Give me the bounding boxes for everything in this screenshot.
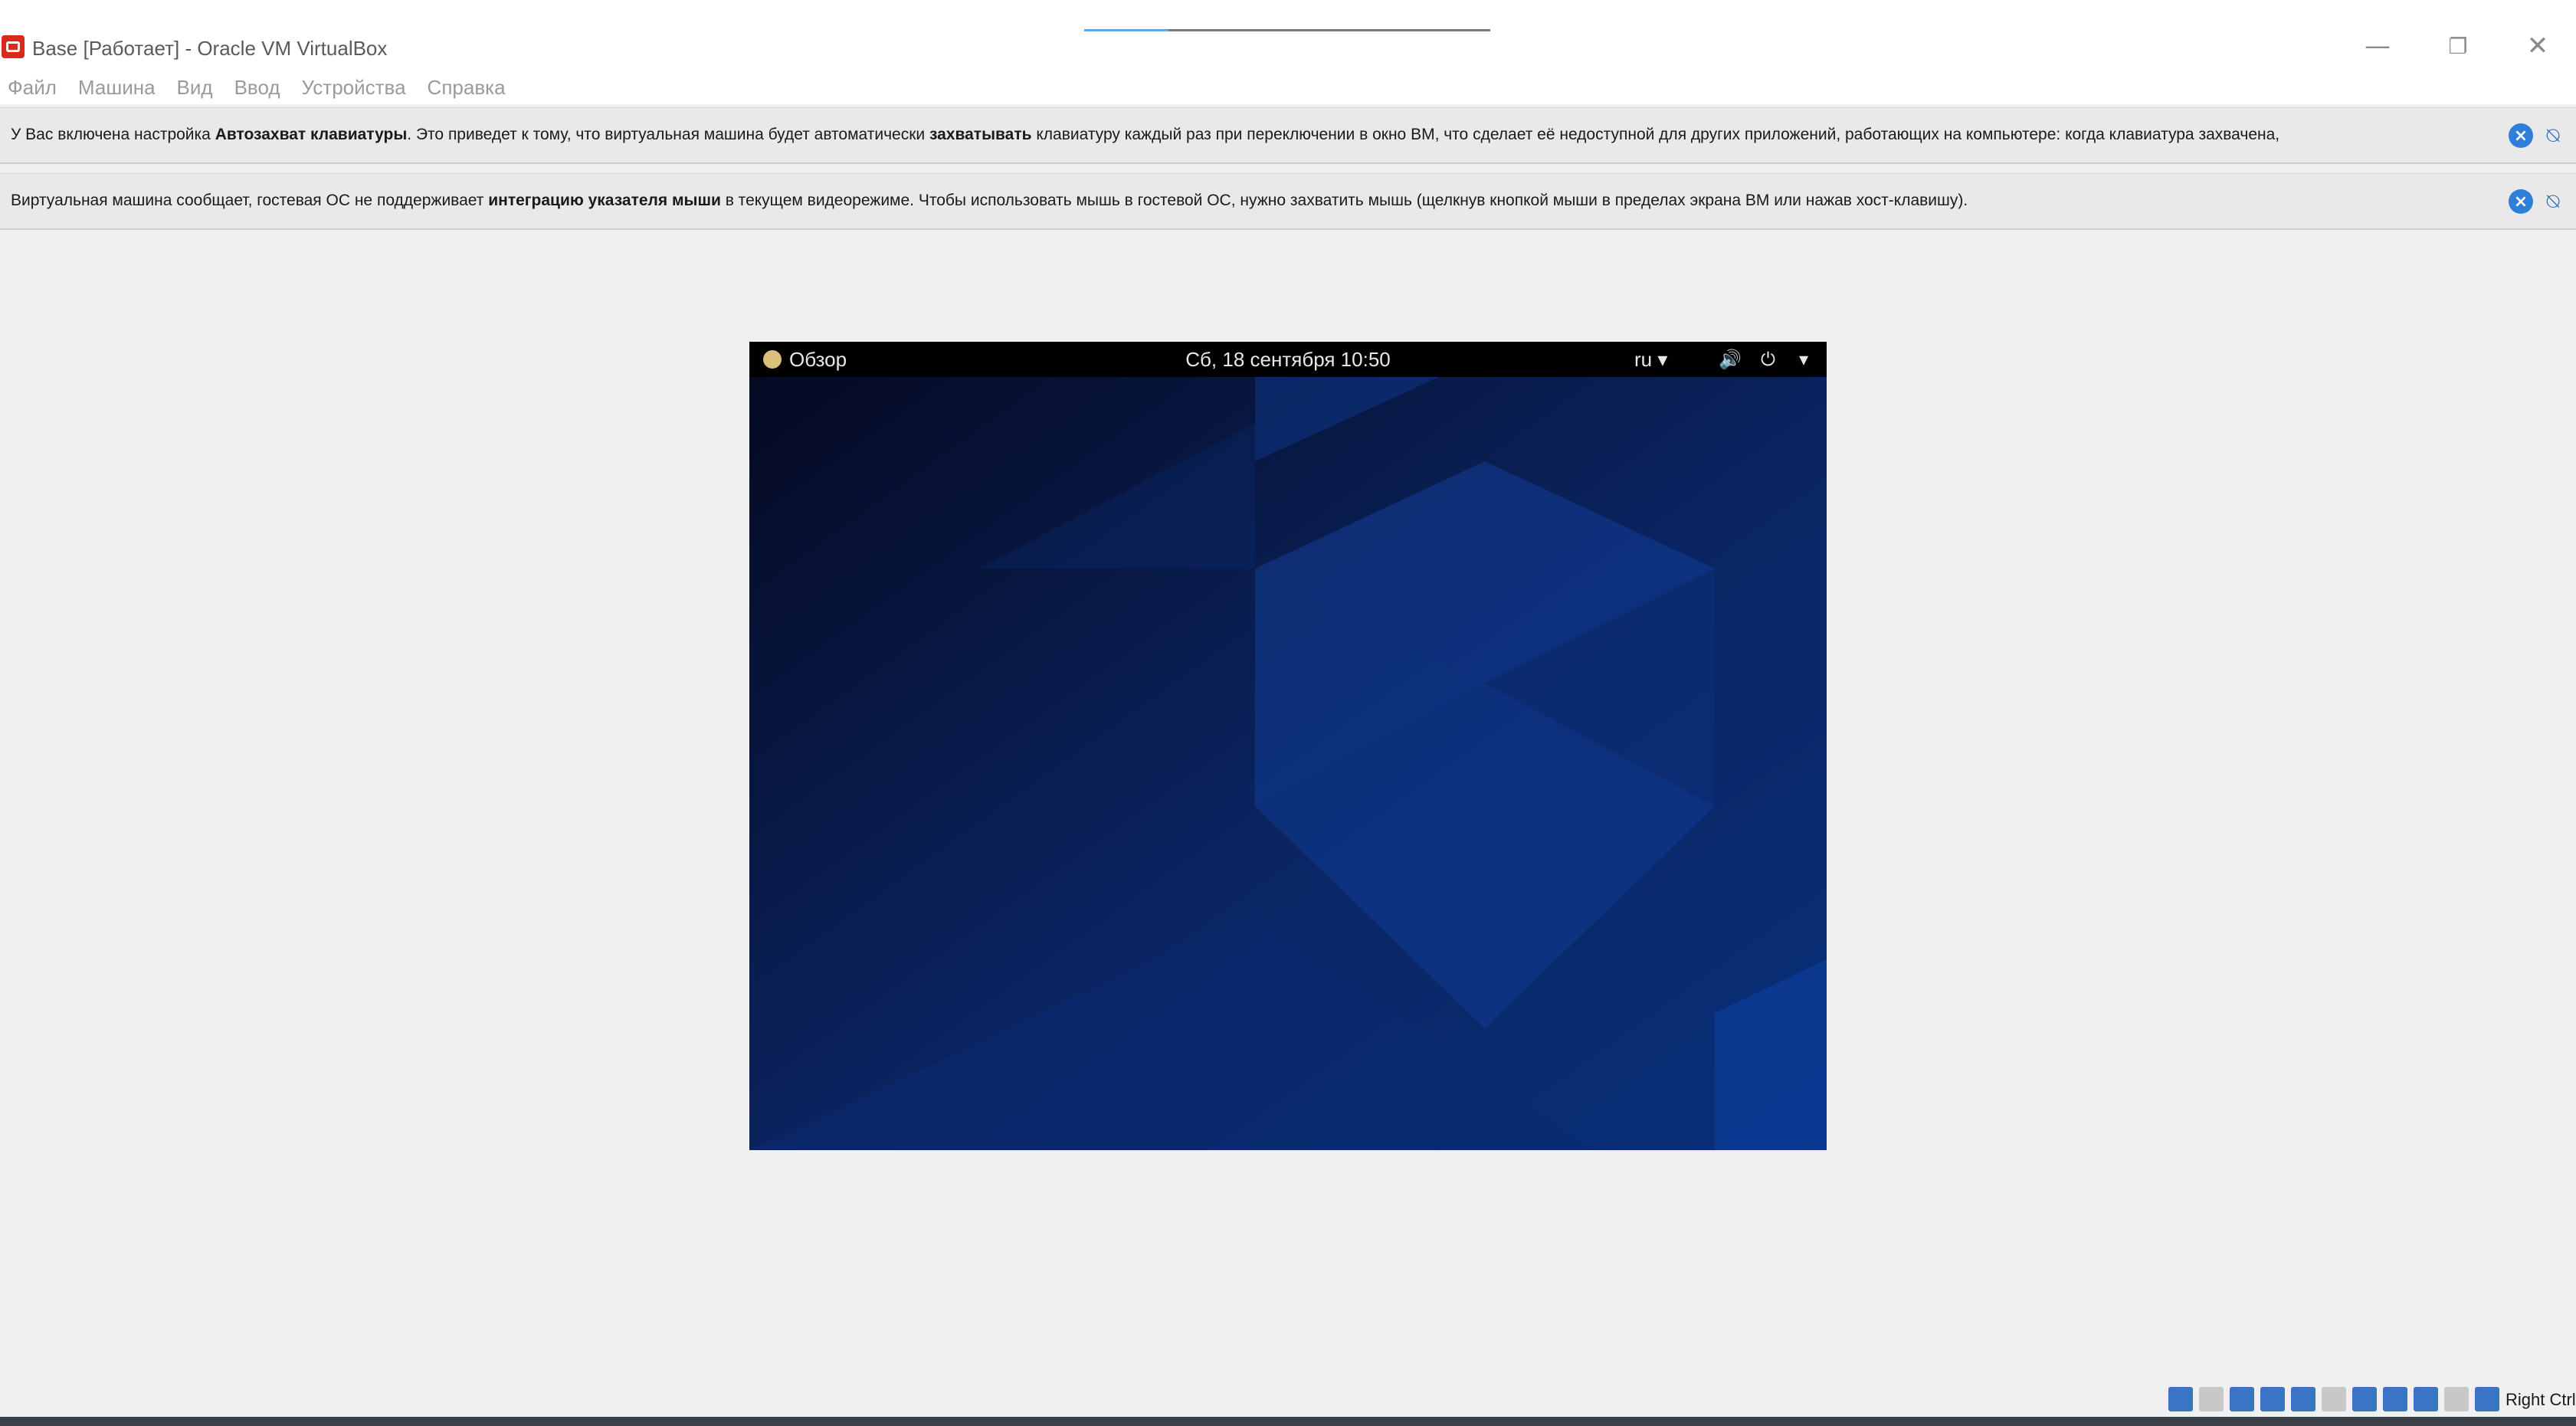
usb-icon[interactable] (2291, 1387, 2315, 1411)
keyboard-layout-indicator[interactable]: ru ▾ (1634, 342, 1667, 377)
window-title: Base [Работает] - Oracle VM VirtualBox (32, 37, 388, 60)
menu-input[interactable]: Ввод (224, 76, 291, 100)
status-icons (2168, 1387, 2499, 1411)
window-title-bar: Base [Работает] - Oracle VM VirtualBox —… (0, 0, 2576, 70)
menu-view[interactable]: Вид (166, 76, 224, 100)
menu-bar: Файл Машина Вид Ввод Устройства Справка (0, 70, 2576, 104)
notice-text-part: в текущем видеорежиме. Чтобы использоват… (720, 192, 1968, 209)
system-menu-arrow-icon[interactable]: ▾ (1799, 342, 1808, 377)
notice-mouse-integration: Виртуальная машина сообщает, гостевая ОС… (0, 173, 2576, 230)
notice-text-bold: интеграцию указателя мыши (488, 192, 721, 209)
host-key-label: Right Ctrl (2506, 1390, 2576, 1409)
minimize-button[interactable]: — (2339, 23, 2416, 69)
menu-file[interactable]: Файл (0, 76, 67, 100)
close-button[interactable]: ✕ (2499, 23, 2576, 69)
loading-fill (1084, 29, 1168, 31)
menu-help[interactable]: Справка (417, 76, 516, 100)
vm-display[interactable]: Обзор Сб, 18 сентября 10:50 ru ▾ 🔊 ⏻ ▾ (749, 342, 1827, 1150)
video-capture-icon[interactable] (2383, 1387, 2407, 1411)
notice-text-part: У Вас включена настройка (11, 126, 215, 143)
virtualbox-icon (2, 35, 25, 58)
optical-drive-icon[interactable] (2199, 1387, 2224, 1411)
cpu-icon[interactable] (2414, 1387, 2438, 1411)
mouse-integration-icon[interactable] (2475, 1387, 2499, 1411)
notice-dont-show-icon[interactable]: ⍉ (2539, 122, 2567, 149)
notice-text-part: Виртуальная машина сообщает, гостевая ОС… (11, 192, 489, 209)
notice-text-bold: Автозахват клавиатуры (215, 126, 408, 143)
loading-indicator (1084, 29, 1490, 31)
menu-machine[interactable]: Машина (67, 76, 166, 100)
shared-folders-icon[interactable] (2322, 1387, 2346, 1411)
notice-text-part: клавиатуру каждый раз при переключении в… (1031, 126, 2280, 143)
restore-button[interactable]: ❐ (2420, 23, 2496, 69)
audio-icon[interactable] (2230, 1387, 2254, 1411)
notice-text-part: . Это приведет к тому, что виртуальная м… (407, 126, 929, 143)
notice-close-icon[interactable]: × (2509, 189, 2533, 214)
taskbar-edge (0, 1417, 2576, 1426)
guest-top-bar: Обзор Сб, 18 сентября 10:50 ru ▾ 🔊 ⏻ ▾ (749, 342, 1827, 377)
notice-dont-show-icon[interactable]: ⍉ (2539, 188, 2567, 215)
volume-icon[interactable]: 🔊 (1719, 342, 1742, 377)
hard-disk-icon[interactable] (2168, 1387, 2193, 1411)
guest-wallpaper (749, 377, 1827, 1150)
network-icon[interactable] (2260, 1387, 2285, 1411)
notice-keyboard-capture: У Вас включена настройка Автозахват клав… (0, 107, 2576, 164)
notice-text: У Вас включена настройка Автозахват клав… (11, 108, 2493, 162)
notice-text: Виртуальная машина сообщает, гостевая ОС… (11, 174, 2493, 228)
menu-devices[interactable]: Устройства (291, 76, 417, 100)
notice-close-icon[interactable]: × (2509, 123, 2533, 148)
power-icon[interactable]: ⏻ (1761, 342, 1775, 377)
display-icon[interactable] (2352, 1387, 2377, 1411)
notice-text-bold: захватывать (929, 126, 1032, 143)
virtualization-icon[interactable] (2444, 1387, 2469, 1411)
